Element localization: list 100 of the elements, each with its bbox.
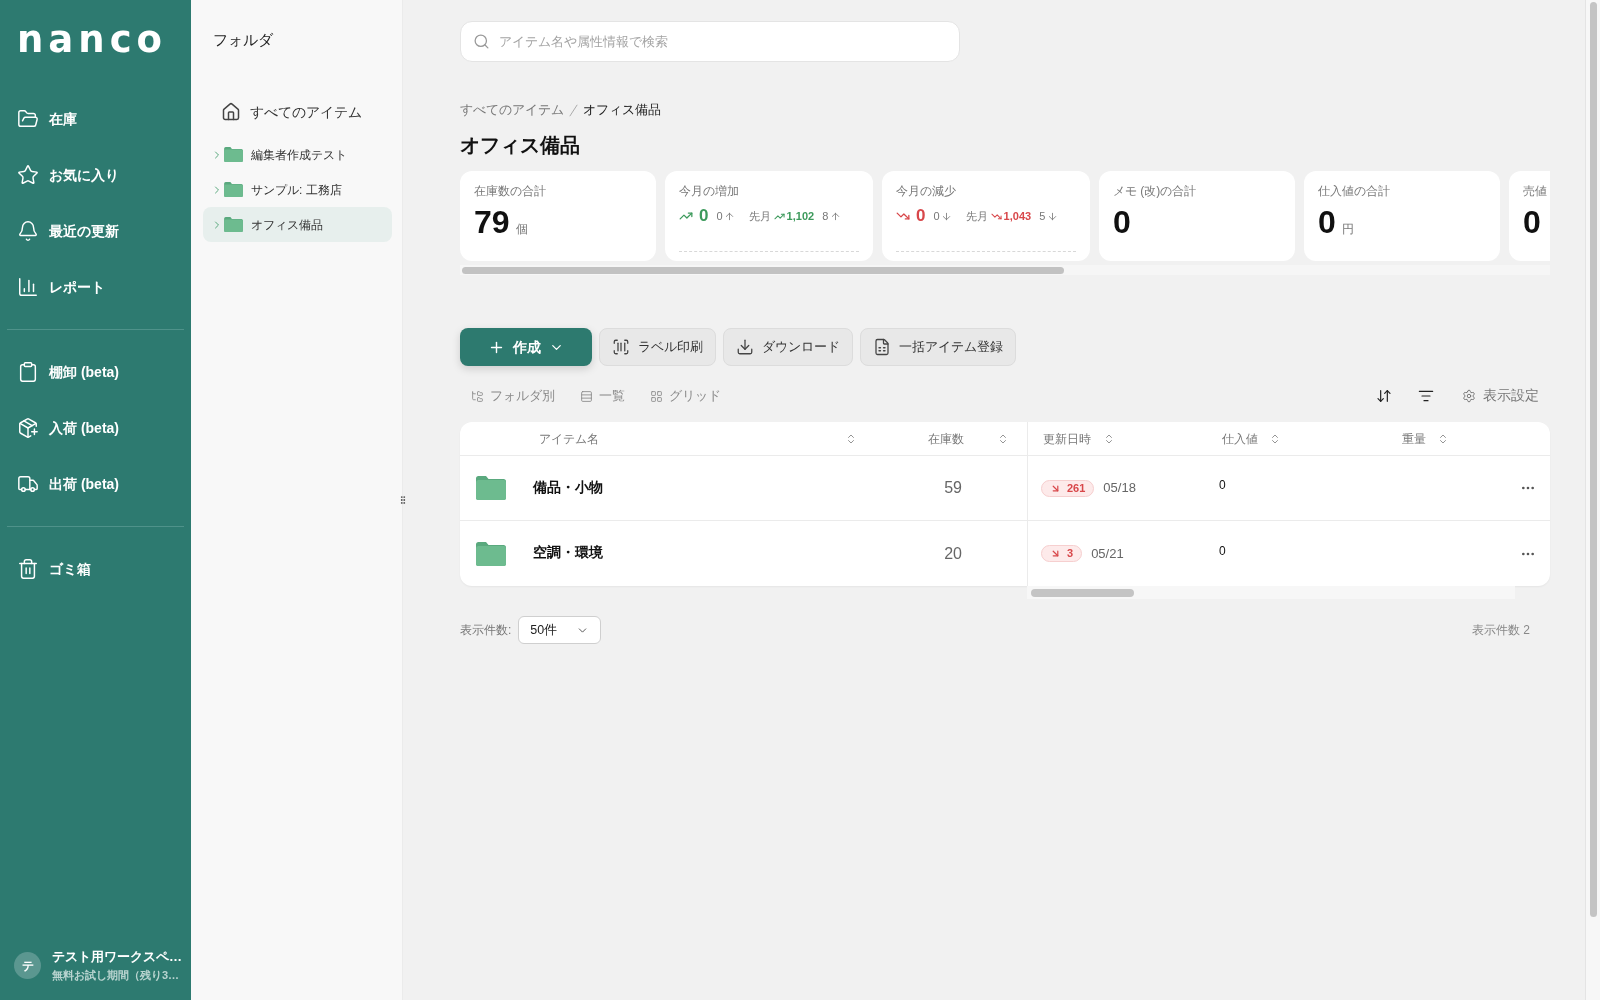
arrow-up-icon [830,210,842,222]
drag-handle-icon[interactable] [398,495,408,505]
home-icon [221,102,241,122]
sort-icon[interactable] [1376,388,1392,404]
scrollbar[interactable] [460,265,1550,275]
view-tab[interactable]: グリッド [650,386,721,406]
stock-count: 59 [944,478,962,498]
cost-value: 0 [1219,477,1226,494]
bell-icon [17,220,39,242]
folder-tree-item[interactable]: オフィス備品 [203,207,392,242]
search-icon [473,33,490,50]
stat-value: 0 [1113,204,1131,240]
stat-label: 今月の減少 [896,183,956,199]
clipboard-icon [17,361,39,383]
item-name[interactable]: 空調・環境 [533,543,603,564]
search-field[interactable]: アイテム名や属性情報で検索 [460,21,960,62]
folder-icon [476,541,506,566]
view-tab[interactable]: フォルダ別 [471,386,555,406]
truck-icon [17,473,39,495]
stock-count: 20 [944,543,962,564]
trial-status: 無料お試し期間（残り3… [52,968,181,983]
change-count: 0 [716,208,723,224]
previous-count: 8 [822,208,829,224]
download-button[interactable]: ダウンロード [723,328,853,366]
stat-label: 仕入値の合計 [1318,183,1390,199]
previous-value: 1,102 [786,208,815,224]
stat-value: 0 [916,205,926,228]
barcode-scan-icon [612,338,630,356]
folder-tree-item[interactable]: サンプル: 工務店 [203,172,392,207]
cost-value: 0 [1219,542,1226,560]
previous-label: 先月 [748,208,771,224]
column-header[interactable]: 仕入値 [1200,422,1380,455]
breadcrumb-link[interactable]: すべてのアイテム [460,100,564,120]
logo[interactable]: nanco [17,21,167,58]
stat-value: 0 [1318,204,1336,240]
bulk-register-button[interactable]: 一括アイテム登録 [860,328,1016,366]
star-icon [17,164,39,186]
nav-item[interactable]: 棚卸 (beta) [0,344,191,400]
stat-unit: 円 [1341,221,1354,238]
page-title: オフィス備品 [460,133,580,158]
stat-value: 0 [1523,204,1541,240]
nav-item[interactable]: 入荷 (beta) [0,400,191,456]
page-size-label: 表示件数: [460,622,512,639]
column-header[interactable]: 重量 [1380,422,1520,455]
panel-title: フォルダ [213,30,273,50]
settings-icon [1462,389,1476,403]
nav-item[interactable]: ゴミ箱 [0,541,191,597]
arrow-up-icon [723,210,735,222]
change-count: 3 [1067,546,1074,562]
workspace-name: テスト用ワークスペ… [52,948,182,966]
arrow-down-icon [1047,210,1059,222]
scrollbar[interactable] [1027,586,1515,599]
create-button[interactable]: 作成 [460,328,592,366]
folder-icon [224,182,243,197]
folder-icon [224,217,243,232]
box-plus-icon [17,417,39,439]
avatar[interactable]: テ [14,952,41,979]
filter-icon[interactable] [1418,388,1434,404]
item-name[interactable]: 備品・小物 [533,477,603,499]
page-size-select[interactable]: 50件 [518,616,602,644]
list-icon [580,389,593,403]
change-count: 0 [933,208,940,224]
previous-count: 5 [1039,208,1046,224]
column-header[interactable]: 更新日時 [1027,422,1200,455]
spreadsheet-icon [873,338,891,356]
nav-item[interactable]: 在庫 [0,91,191,147]
nav-item[interactable]: レポート [0,259,191,315]
change-count: 261 [1067,480,1086,496]
nav-item[interactable]: お気に入り [0,147,191,203]
result-count: 表示件数 2 [1472,622,1530,639]
trash-icon [17,558,39,580]
print-labels-button[interactable]: ラベル印刷 [599,328,716,366]
folder-icon [476,476,506,500]
stat-label: 今月の増加 [679,183,739,199]
bar-chart-icon [17,276,39,298]
arrow-down-icon [940,210,952,222]
breadcrumb-current: オフィス備品 [583,101,661,119]
grid-icon [650,389,663,403]
arrow-down-right-icon [1050,548,1061,559]
open-folder-icon [17,108,39,130]
updated-date: 05/18 [1103,479,1136,498]
column-header[interactable]: アイテム名 [520,422,870,455]
stat-unit: 個 [515,221,528,238]
column-header[interactable]: 在庫数 [870,422,1027,455]
stat-label: 在庫数の合計 [474,183,546,199]
previous-label: 先月 [965,208,988,224]
tree-icon [471,389,484,403]
stat-value: 0 [699,205,709,228]
stat-value: 79 [474,204,510,240]
all-items-link[interactable]: すべてのアイテム [221,96,362,128]
scrollbar[interactable] [1585,0,1600,1000]
display-settings-button[interactable]: 表示設定 [1462,385,1539,407]
stat-label: 売値 [1523,183,1547,199]
nav-item[interactable]: 出荷 (beta) [0,456,191,512]
download-icon [736,338,754,356]
updated-date: 05/21 [1091,544,1124,563]
stat-label: メモ (改)の合計 [1113,183,1197,199]
folder-tree-item[interactable]: 編集者作成テスト [203,137,392,172]
slash-icon [567,103,580,117]
nav-item[interactable]: 最近の更新 [0,203,191,259]
